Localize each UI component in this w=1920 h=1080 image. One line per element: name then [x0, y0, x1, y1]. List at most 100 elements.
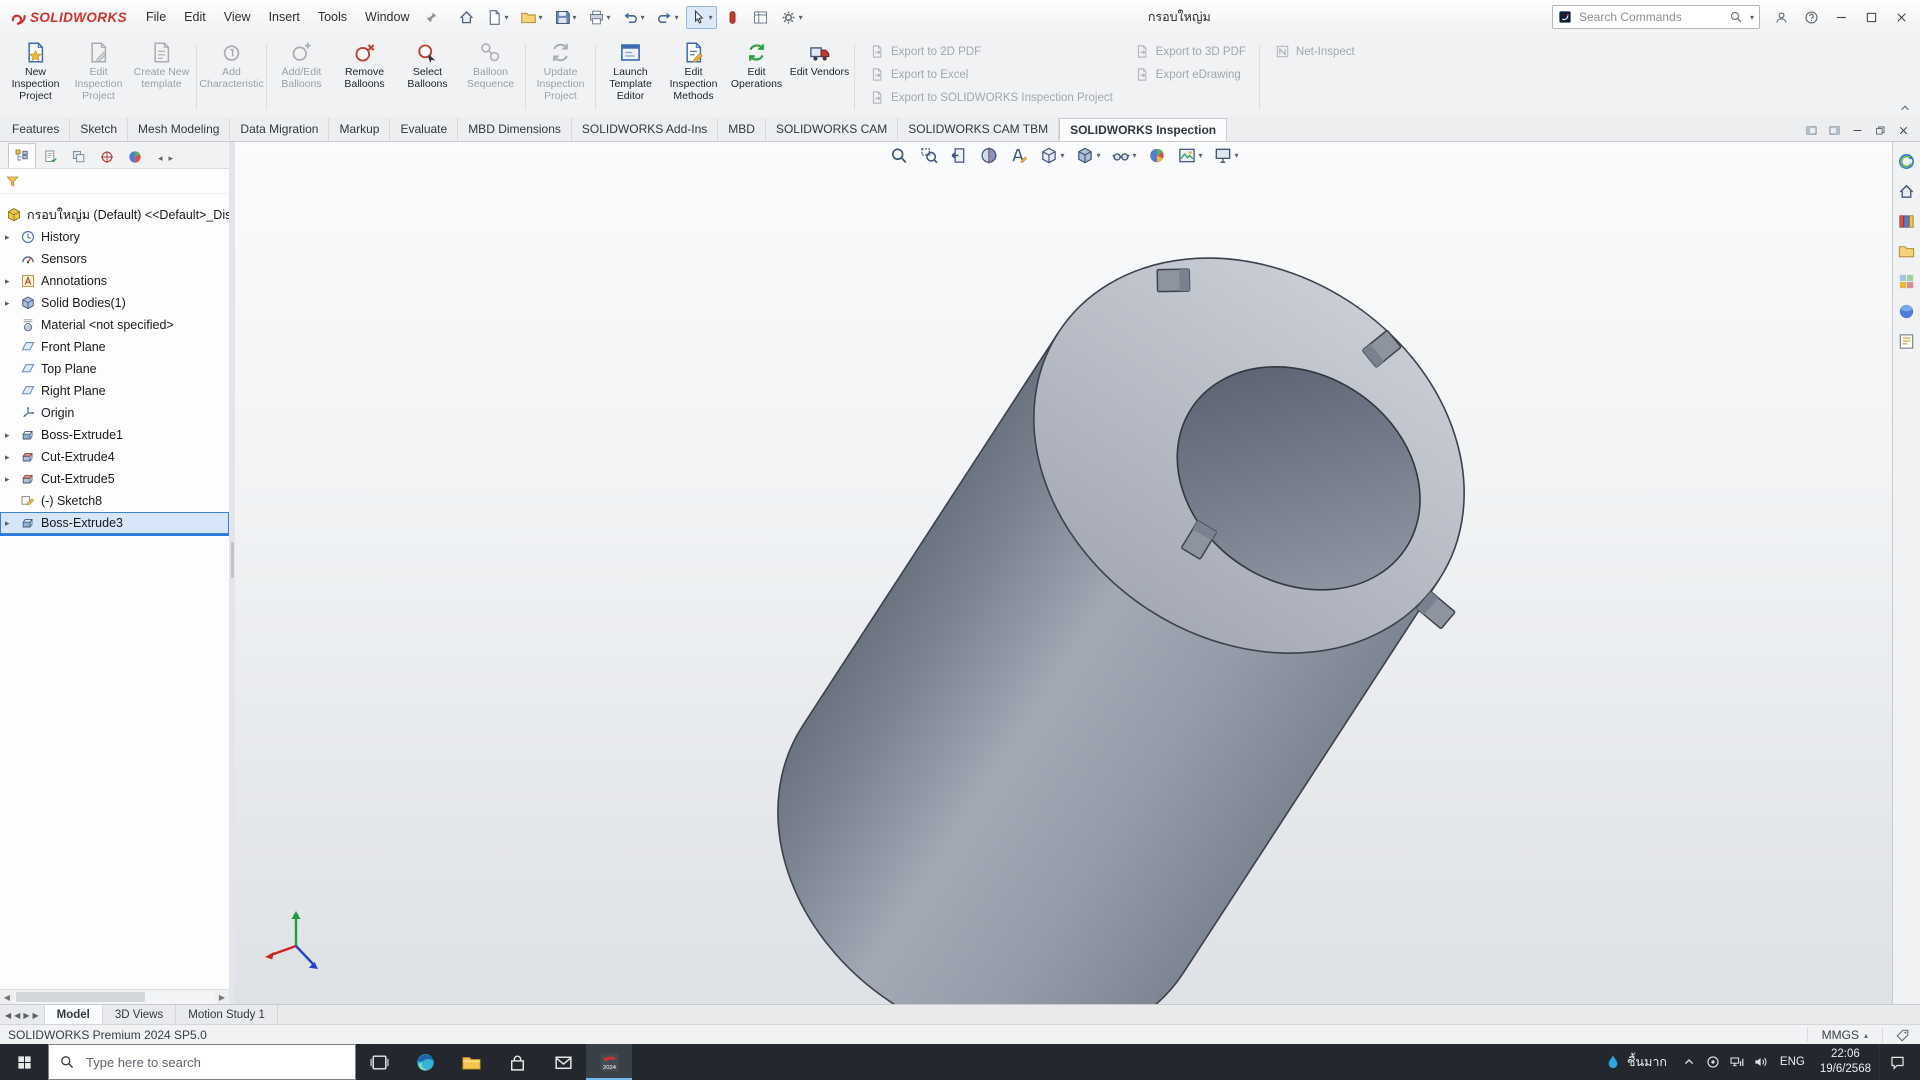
ribbon-select-balloons-button[interactable]: Select Balloons	[396, 36, 459, 118]
doc-win-close-button[interactable]	[1897, 124, 1910, 137]
tp-library-button[interactable]	[1897, 212, 1916, 231]
units-selector[interactable]: MMGS ▴	[1807, 1028, 1882, 1042]
tab-solidworks-cam-tbm[interactable]: SOLIDWORKS CAM TBM	[898, 118, 1059, 141]
expand-arrow[interactable]: ▸	[5, 452, 10, 463]
tree-item-cut-extrude4[interactable]: ▸Cut-Extrude4	[0, 446, 229, 468]
bottom-tab-motion-study-1[interactable]: Motion Study 1	[176, 1005, 278, 1025]
search-icon[interactable]	[1729, 10, 1743, 24]
panel-tabs-left-arrow[interactable]: ◂	[158, 153, 163, 164]
tab-features[interactable]: Features	[2, 118, 70, 141]
hide-show-button[interactable]: ▾	[1111, 146, 1136, 165]
doc-win-min-button[interactable]	[1851, 124, 1864, 137]
menu-file[interactable]: File	[137, 0, 175, 34]
nav-last-icon[interactable]: ▶	[32, 1011, 38, 1020]
doc-win-restore-button[interactable]	[1874, 124, 1887, 137]
tree-item-sensors[interactable]: Sensors	[0, 248, 229, 270]
print-button[interactable]: ▾	[584, 6, 615, 29]
tab-mesh-modeling[interactable]: Mesh Modeling	[128, 118, 230, 141]
pm-tree-tab[interactable]	[8, 143, 36, 168]
tray-tray-circle[interactable]	[1701, 1044, 1725, 1080]
zoom-fit-button[interactable]	[889, 146, 908, 165]
ribbon-edit-vendors-button[interactable]: Edit Vendors	[788, 36, 851, 118]
pm-config-tab[interactable]	[66, 145, 92, 168]
taskbar-explorer[interactable]	[448, 1044, 494, 1080]
tab-mbd-dimensions[interactable]: MBD Dimensions	[458, 118, 572, 141]
expand-arrow[interactable]: ▸	[5, 276, 10, 287]
tree-item-boss-extrude1[interactable]: ▸Boss-Extrude1	[0, 424, 229, 446]
tree-item-front-plane[interactable]: Front Plane	[0, 336, 229, 358]
doc-pane-right-button[interactable]	[1828, 124, 1841, 137]
taskbar-task-view[interactable]	[356, 1044, 402, 1080]
scroll-right-button[interactable]: ▶	[215, 990, 229, 1004]
edit-appearance-button[interactable]	[1148, 146, 1167, 165]
tp-resources-button[interactable]	[1897, 152, 1916, 171]
select-cursor-button[interactable]: ▾	[686, 6, 717, 29]
save-button[interactable]: ▾	[550, 6, 581, 29]
expand-arrow[interactable]: ▸	[5, 430, 10, 441]
ribbon-edit-operations-button[interactable]: Edit Operations	[725, 36, 788, 118]
menu-edit[interactable]: Edit	[175, 0, 215, 34]
tab-solidworks-inspection[interactable]: SOLIDWORKS Inspection	[1059, 118, 1227, 141]
tp-appearance-button[interactable]	[1897, 302, 1916, 321]
view-orientation-button[interactable]: ▾	[1039, 146, 1064, 165]
bottom-tab-model[interactable]: Model	[45, 1005, 103, 1025]
tree-item-sketch8[interactable]: (-) Sketch8	[0, 490, 229, 512]
command-search[interactable]: ▾	[1552, 5, 1760, 29]
tree-root[interactable]: กรอบใหญ่ม (Default) <<Default>_Displ	[0, 204, 229, 226]
home-button[interactable]	[454, 6, 479, 29]
expand-arrow[interactable]: ▸	[5, 298, 10, 309]
annotation-views-button[interactable]	[1009, 146, 1028, 165]
tp-props-button[interactable]	[1897, 332, 1916, 351]
display-style-button[interactable]: ▾	[1075, 146, 1100, 165]
win-max-button[interactable]	[1856, 4, 1886, 30]
splitter-grip[interactable]	[231, 542, 234, 578]
nav-prev-icon[interactable]: ◀	[14, 1011, 20, 1020]
clock[interactable]: 22:06 19/6/2568	[1812, 1044, 1879, 1080]
expand-arrow[interactable]: ▸	[5, 232, 10, 243]
nav-next-icon[interactable]: ▶	[23, 1011, 29, 1020]
taskbar-store[interactable]	[494, 1044, 540, 1080]
tree-item-cut-extrude5[interactable]: ▸Cut-Extrude5	[0, 468, 229, 490]
redo-button[interactable]: ▾	[652, 6, 683, 29]
tree-item-top-plane[interactable]: Top Plane	[0, 358, 229, 380]
taskbar-search[interactable]	[48, 1044, 356, 1080]
panel-horizontal-scrollbar[interactable]: ◀ ▶	[0, 989, 229, 1004]
prev-view-button[interactable]	[949, 146, 968, 165]
menu-view[interactable]: View	[215, 0, 260, 34]
open-button[interactable]: ▾	[516, 6, 547, 29]
taskbar-mail[interactable]	[540, 1044, 586, 1080]
resource-monitor-button[interactable]	[720, 6, 745, 29]
units-dropdown-icon[interactable]: ▴	[1864, 1031, 1868, 1040]
command-panel-button[interactable]	[748, 6, 773, 29]
menu-tools[interactable]: Tools	[309, 0, 356, 34]
new-document-button[interactable]: ▾	[482, 6, 513, 29]
scroll-track[interactable]	[14, 990, 215, 1004]
scroll-left-button[interactable]: ◀	[0, 990, 14, 1004]
apply-scene-button[interactable]: ▾	[1178, 146, 1203, 165]
view-settings-button[interactable]: ▾	[1214, 146, 1239, 165]
expand-arrow[interactable]: ▸	[5, 474, 10, 485]
tree-item-boss-extrude3[interactable]: ▸Boss-Extrude3	[0, 512, 229, 534]
ribbon-remove-balloons-button[interactable]: Remove Balloons	[333, 36, 396, 118]
options-gear-button[interactable]: ▾	[776, 6, 807, 29]
zoom-area-button[interactable]	[919, 146, 938, 165]
ribbon-edit-inspection-methods-button[interactable]: Edit Inspection Methods	[662, 36, 725, 118]
tab-evaluate[interactable]: Evaluate	[390, 118, 458, 141]
ribbon-collapse-button[interactable]	[1898, 101, 1912, 115]
tab-data-migration[interactable]: Data Migration	[230, 118, 329, 141]
sheet-nav-buttons[interactable]: ◀ ◀ ▶ ▶	[0, 1005, 45, 1025]
taskbar-edge[interactable]	[402, 1044, 448, 1080]
tab-mbd[interactable]: MBD	[718, 118, 766, 141]
tree-item-material-not-specified[interactable]: Material <not specified>	[0, 314, 229, 336]
bottom-tab-3d-views[interactable]: 3D Views	[103, 1005, 176, 1025]
units-value[interactable]: MMGS	[1822, 1028, 1859, 1042]
tray-tray-chevron[interactable]	[1677, 1044, 1701, 1080]
pm-display-tab[interactable]	[122, 145, 148, 168]
taskbar-sw-app[interactable]: 2024	[586, 1044, 632, 1080]
start-button[interactable]	[0, 1044, 48, 1080]
menu-pin[interactable]	[419, 11, 444, 24]
panel-tabs-right-arrow[interactable]: ▸	[169, 153, 174, 164]
tp-palette-button[interactable]	[1897, 272, 1916, 291]
tab-markup[interactable]: Markup	[329, 118, 390, 141]
weather-widget[interactable]: ชื้นมาก	[1595, 1044, 1677, 1080]
